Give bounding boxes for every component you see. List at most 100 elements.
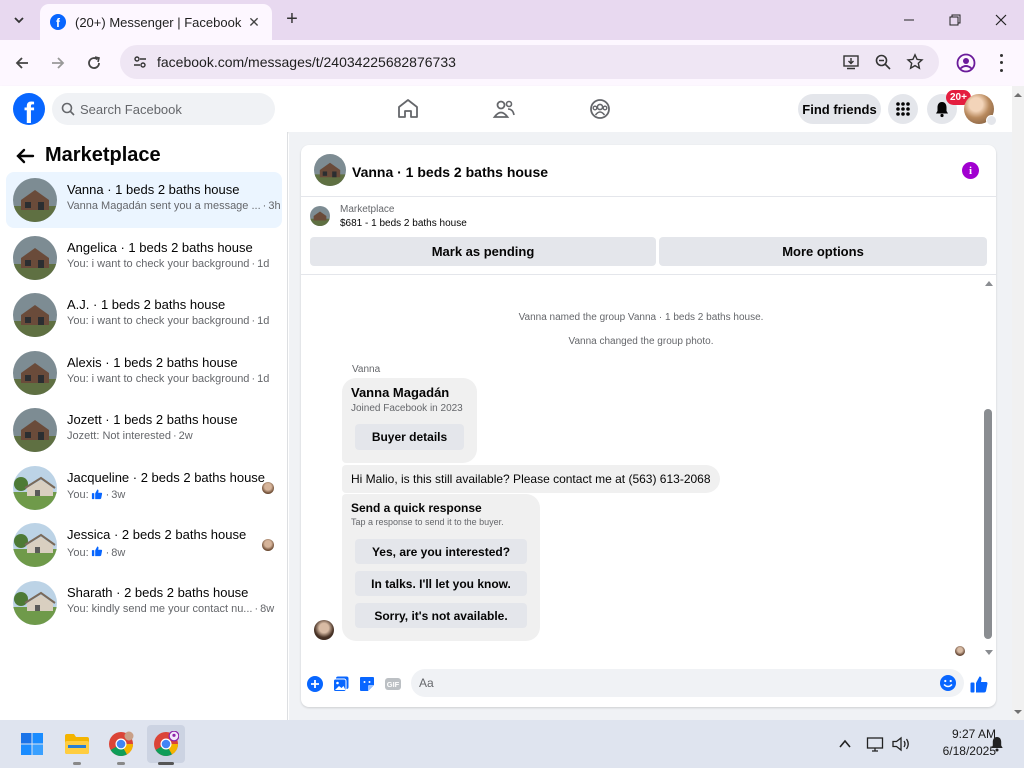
- quick-response-talks-button[interactable]: In talks. I'll let you know.: [355, 571, 527, 596]
- clock-date[interactable]: 6/18/2025: [918, 744, 996, 758]
- chevron-up-icon[interactable]: [838, 737, 852, 751]
- listing-price[interactable]: $681 - 1 beds 2 baths house: [340, 218, 467, 229]
- conversation-name: A.J. · 1 beds 2 baths house: [67, 297, 226, 312]
- conversation-item[interactable]: Vanna · 1 beds 2 baths house Vanna Magadá…: [6, 172, 282, 228]
- message-input-box[interactable]: [411, 669, 964, 697]
- start-button[interactable]: [16, 728, 48, 760]
- scroll-up-icon[interactable]: [984, 279, 994, 287]
- separator: ·: [251, 315, 256, 327]
- separator: ·: [105, 546, 110, 559]
- sticker-icon[interactable]: [358, 675, 376, 693]
- reload-button[interactable]: [82, 51, 106, 75]
- listing-photo: [13, 350, 57, 395]
- sender-avatar[interactable]: [314, 620, 334, 640]
- facebook-logo-icon[interactable]: f: [13, 93, 45, 125]
- mark-as-pending-button[interactable]: Mark as pending: [310, 237, 656, 266]
- buyer-name: Vanna Magadán: [351, 385, 450, 400]
- conversation-preview: You: · 3w: [67, 488, 125, 503]
- notification-bell-icon[interactable]: [988, 735, 1006, 753]
- sender-name: Vanna: [352, 364, 381, 375]
- chat-avatar[interactable]: [314, 154, 346, 186]
- clock-time[interactable]: 9:27 AM: [918, 727, 996, 741]
- conversation-name: Vanna · 1 beds 2 baths house: [67, 182, 240, 197]
- conversation-item[interactable]: Alexis · 1 beds 2 baths house You: i want…: [6, 345, 282, 401]
- gif-icon[interactable]: GIF: [384, 675, 402, 693]
- home-icon[interactable]: [396, 97, 420, 121]
- system-message: Vanna named the group Vanna · 1 beds 2 b…: [518, 312, 764, 323]
- conversation-item[interactable]: A.J. · 1 beds 2 baths house You: i want t…: [6, 287, 282, 343]
- url-text[interactable]: facebook.com/messages/t/2403422568287673…: [157, 54, 456, 70]
- bookmark-star-icon[interactable]: [906, 53, 924, 71]
- chrome-button[interactable]: [105, 728, 137, 760]
- browser-profile-icon[interactable]: [955, 52, 977, 74]
- address-bar[interactable]: facebook.com/messages/t/2403422568287673…: [120, 45, 939, 79]
- back-button[interactable]: [10, 51, 34, 75]
- menu-button[interactable]: [888, 94, 918, 124]
- conversation-item[interactable]: Jessica · 2 beds 2 baths house You: · 8w: [6, 517, 282, 573]
- facebook-header: f Find friends: [0, 86, 1012, 132]
- listing-photo: [13, 465, 57, 510]
- conversation-item[interactable]: Jozett · 1 beds 2 baths house Jozett: Not…: [6, 402, 282, 458]
- find-friends-button[interactable]: Find friends: [798, 94, 881, 124]
- zoom-icon[interactable]: [874, 53, 892, 71]
- folder-icon: [65, 734, 89, 754]
- listing-thumbnail[interactable]: [310, 206, 330, 226]
- browser-menu-icon[interactable]: [996, 52, 1006, 74]
- conversation-item[interactable]: Sharath · 2 beds 2 baths house You: kindl…: [6, 575, 282, 631]
- tab-close-icon[interactable]: ✕: [246, 14, 262, 31]
- conversation-preview: You: i want to check your background · 1d: [67, 315, 269, 327]
- quick-response-yes-button[interactable]: Yes, are you interested?: [355, 539, 527, 564]
- buyer-details-button[interactable]: Buyer details: [355, 424, 464, 450]
- browser-tab-messenger[interactable]: f (20+) Messenger | Facebook ✕: [40, 4, 272, 40]
- listing-photo: [13, 293, 57, 337]
- chrome-active-button[interactable]: [147, 725, 185, 763]
- conversation-preview: You: · 8w: [67, 545, 125, 560]
- separator: ·: [254, 602, 259, 615]
- scroll-down-icon[interactable]: [1012, 706, 1024, 718]
- file-explorer-button[interactable]: [61, 728, 93, 760]
- plus-circle-icon[interactable]: [306, 675, 324, 693]
- message-input[interactable]: [419, 669, 929, 697]
- preview-time: 1d: [257, 315, 270, 327]
- volume-icon[interactable]: [891, 735, 911, 753]
- new-tab-button[interactable]: +: [282, 9, 302, 29]
- restore-button[interactable]: [932, 0, 978, 40]
- forward-button[interactable]: [46, 51, 70, 75]
- network-icon[interactable]: [866, 735, 884, 753]
- minimize-button[interactable]: [886, 0, 932, 40]
- info-icon[interactable]: i: [962, 162, 979, 179]
- message-bubble: Hi Malio, is this still available? Pleas…: [342, 465, 720, 493]
- conversation-item[interactable]: Jacqueline · 2 beds 2 baths house You: · 3w: [6, 460, 282, 516]
- more-options-button[interactable]: More options: [659, 237, 987, 266]
- chat-scrollbar[interactable]: [984, 279, 994, 659]
- close-window-button[interactable]: [978, 0, 1024, 40]
- marketplace-sidebar: Marketplace Vanna · 1 beds 2 baths house…: [0, 132, 288, 720]
- emoji-icon[interactable]: [939, 674, 957, 692]
- chat-scroll-thumb[interactable]: [984, 409, 992, 639]
- scroll-down-icon[interactable]: [984, 649, 994, 657]
- read-receipt-avatar: [955, 646, 965, 656]
- friends-icon[interactable]: [492, 97, 516, 121]
- like-icon-wrapper: [89, 545, 104, 560]
- preview-time: 1d: [257, 257, 270, 270]
- site-settings-icon[interactable]: [132, 54, 148, 70]
- groups-icon[interactable]: [588, 97, 612, 121]
- separator: ·: [251, 372, 256, 385]
- search-input[interactable]: [80, 93, 270, 125]
- conversation-preview: You: i want to check your background · 1d: [67, 373, 269, 385]
- chevron-down-icon: [14, 17, 24, 24]
- scroll-up-icon[interactable]: [1012, 89, 1024, 101]
- close-icon: [995, 14, 1007, 26]
- tab-search-dropdown[interactable]: [6, 7, 32, 33]
- photo-icon[interactable]: [332, 675, 350, 693]
- account-chevron-icon[interactable]: [986, 115, 997, 126]
- install-app-icon[interactable]: [842, 53, 860, 71]
- like-thumb-icon[interactable]: [969, 674, 989, 694]
- conversation-item[interactable]: Angelica · 1 beds 2 baths house You: i wa…: [6, 230, 282, 286]
- back-arrow-icon[interactable]: [14, 145, 36, 167]
- page-scrollbar[interactable]: [1012, 86, 1024, 720]
- preview-text: Vanna Magadán sent you a message ...: [67, 200, 261, 212]
- conversation-preview: You: kindly send me your contact nu... · 8…: [67, 603, 274, 615]
- quick-response-unavailable-button[interactable]: Sorry, it's not available.: [355, 603, 527, 628]
- facebook-search[interactable]: [52, 93, 275, 125]
